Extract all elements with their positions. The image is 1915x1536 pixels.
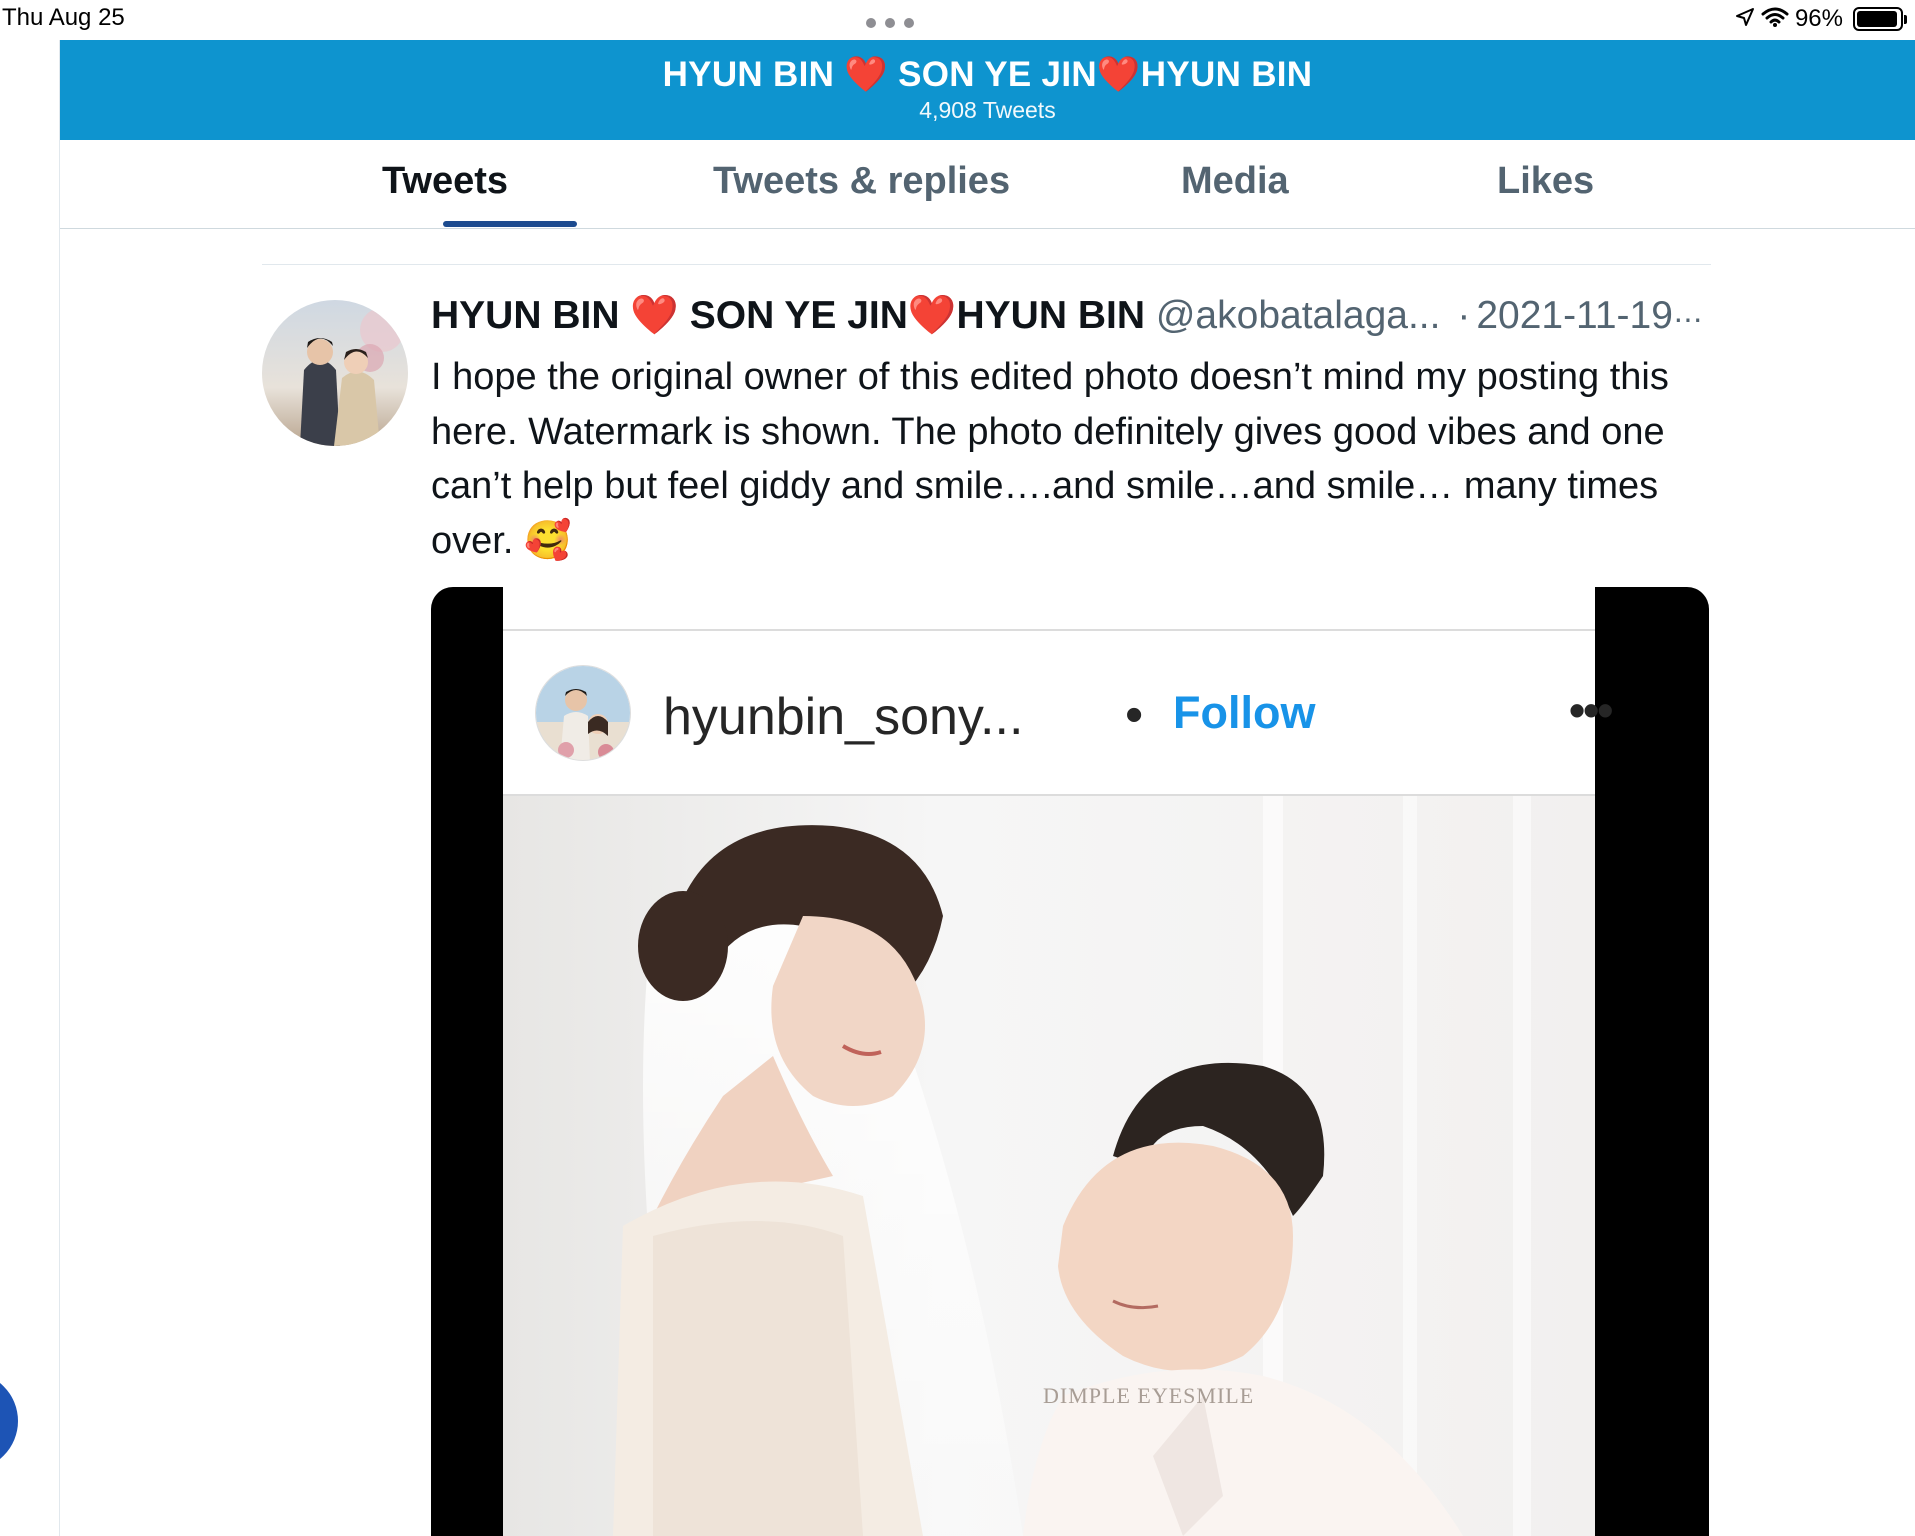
instagram-username: hyunbin_sony... [663, 688, 1024, 746]
tweet-header: HYUN BIN ❤️ SON YE JIN❤️HYUN BIN @akobat… [431, 292, 1721, 342]
profile-name: HYUN BIN ❤️ SON YE JIN❤️HYUN BIN [662, 55, 1313, 94]
compose-tweet-button[interactable] [0, 1372, 18, 1470]
profile-header-bar: HYUN BIN ❤️ SON YE JIN❤️HYUN BIN 4,908 T… [60, 40, 1915, 140]
instagram-screenshot: hyunbin_sony... • Follow ••• DIMPLE EYES… [503, 587, 1613, 1536]
instagram-avatar [535, 665, 631, 761]
active-tab-indicator [443, 221, 577, 227]
status-bar: Thu Aug 25 96% [0, 0, 1915, 40]
tab-tweets-replies[interactable]: Tweets & replies [713, 160, 1010, 203]
follow-button: Follow [1173, 687, 1316, 738]
tweet-author-name[interactable]: HYUN BIN ❤️ SON YE JIN❤️HYUN BIN [431, 294, 1145, 337]
tweet-author-handle[interactable]: @akobatalaga... [1156, 294, 1441, 337]
instagram-separator: • [1125, 686, 1144, 744]
tweet-media[interactable]: hyunbin_sony... • Follow ••• DIMPLE EYES… [431, 587, 1709, 1536]
status-indicators: 96% [1735, 4, 1907, 34]
tweet-separator: · [1457, 294, 1471, 337]
tab-tweets[interactable]: Tweets [382, 160, 508, 203]
multitasking-dots-icon[interactable] [866, 18, 914, 28]
wifi-icon [1761, 6, 1789, 33]
battery-level [1857, 11, 1898, 27]
battery-percent: 96% [1794, 5, 1843, 32]
profile-tabs: Tweets Tweets & replies Media Likes [60, 140, 1915, 229]
location-arrow-icon [1735, 7, 1755, 32]
tab-likes[interactable]: Likes [1497, 160, 1594, 203]
battery-icon [1853, 7, 1907, 31]
tab-media[interactable]: Media [1181, 160, 1289, 203]
wedding-photo: DIMPLE EYESMILE [503, 796, 1595, 1536]
photo-watermark: DIMPLE EYESMILE [1043, 1383, 1255, 1408]
tweet-count: 4,908 Tweets [919, 97, 1056, 123]
sidebar-divider [59, 40, 60, 1536]
instagram-more-icon: ••• [1569, 684, 1613, 736]
divider [503, 629, 1595, 631]
status-time: Thu Aug 25 [2, 4, 125, 31]
tweet-text: I hope the original owner of this edited… [431, 356, 1669, 562]
more-options-icon[interactable]: ··· [1673, 300, 1703, 337]
avatar[interactable] [262, 300, 408, 446]
tweet-date[interactable]: 2021-11-19 [1476, 294, 1673, 337]
tweet-divider [262, 264, 1711, 265]
